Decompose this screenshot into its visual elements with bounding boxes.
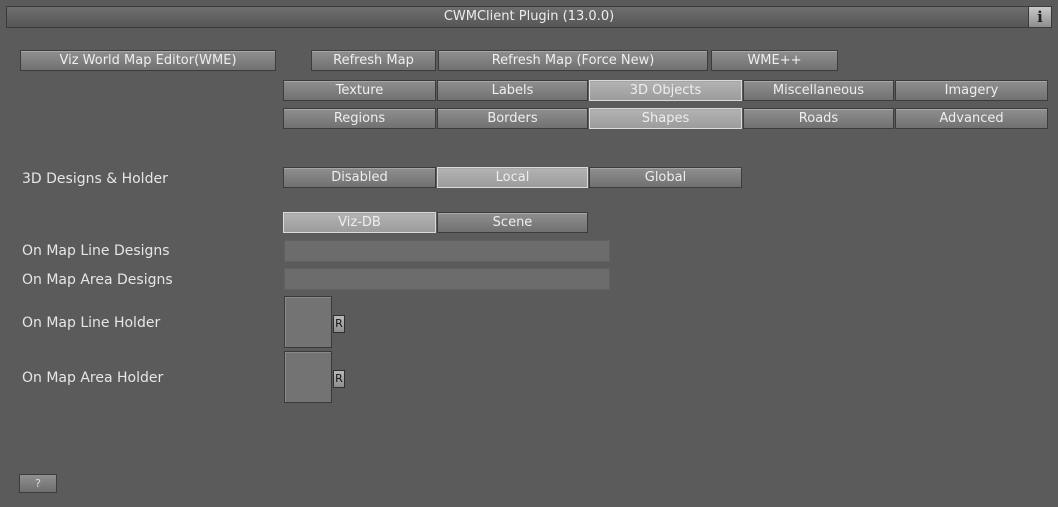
area-designs-field[interactable] bbox=[284, 268, 610, 290]
refresh-map-button[interactable]: Refresh Map bbox=[311, 50, 436, 71]
tab-texture[interactable]: Texture bbox=[283, 80, 436, 101]
wme-plus-plus-button[interactable]: WME++ bbox=[711, 50, 838, 71]
tab-roads[interactable]: Roads bbox=[743, 108, 894, 129]
area-holder-reset-button[interactable]: R bbox=[333, 370, 345, 388]
line-designs-label: On Map Line Designs bbox=[22, 243, 170, 259]
source-vizdb-button[interactable]: Viz-DB bbox=[283, 212, 436, 233]
line-holder-reset-button[interactable]: R bbox=[333, 315, 345, 333]
info-button[interactable]: i bbox=[1028, 6, 1052, 28]
tab-advanced[interactable]: Advanced bbox=[895, 108, 1048, 129]
tab-borders[interactable]: Borders bbox=[437, 108, 588, 129]
line-designs-field[interactable] bbox=[284, 240, 610, 262]
source-scene-button[interactable]: Scene bbox=[437, 212, 588, 233]
designs-local-button[interactable]: Local bbox=[437, 167, 588, 188]
designs-holder-label: 3D Designs & Holder bbox=[22, 171, 168, 187]
designs-disabled-button[interactable]: Disabled bbox=[283, 167, 436, 188]
refresh-map-force-new-button[interactable]: Refresh Map (Force New) bbox=[438, 50, 708, 71]
plugin-title: CWMClient Plugin (13.0.0) bbox=[443, 9, 615, 24]
line-holder-drop-slot[interactable] bbox=[284, 296, 332, 348]
line-holder-label: On Map Line Holder bbox=[22, 315, 161, 331]
designs-global-button[interactable]: Global bbox=[589, 167, 742, 188]
area-designs-label: On Map Area Designs bbox=[22, 272, 173, 288]
wme-editor-button[interactable]: Viz World Map Editor(WME) bbox=[20, 50, 276, 71]
tab-shapes[interactable]: Shapes bbox=[589, 108, 742, 129]
plugin-title-bar: CWMClient Plugin (13.0.0) i bbox=[6, 6, 1052, 28]
tab-regions[interactable]: Regions bbox=[283, 108, 436, 129]
area-holder-drop-slot[interactable] bbox=[284, 351, 332, 403]
help-button[interactable]: ? bbox=[19, 474, 57, 493]
tab-3d-objects[interactable]: 3D Objects bbox=[589, 80, 742, 101]
area-holder-label: On Map Area Holder bbox=[22, 370, 164, 386]
tab-labels[interactable]: Labels bbox=[437, 80, 588, 101]
tab-miscellaneous[interactable]: Miscellaneous bbox=[743, 80, 894, 101]
tab-imagery[interactable]: Imagery bbox=[895, 80, 1048, 101]
